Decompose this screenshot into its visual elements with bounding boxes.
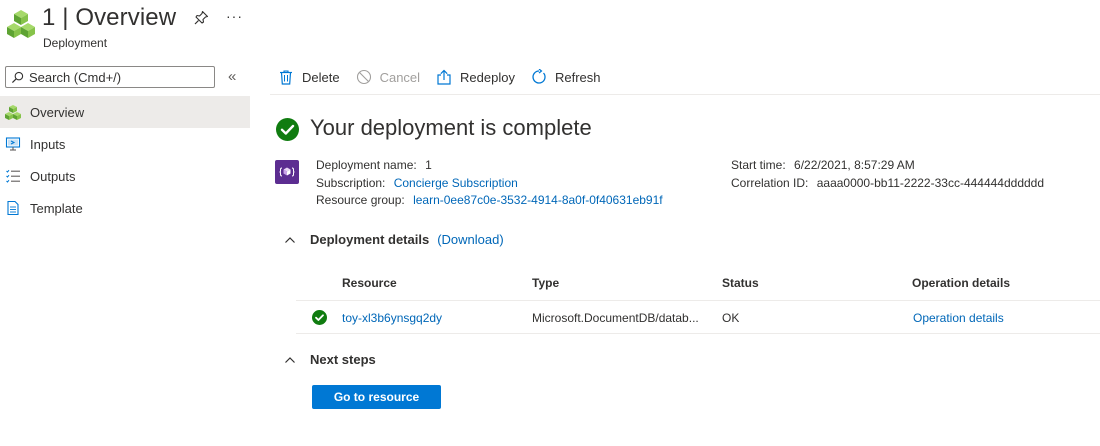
outputs-list-icon [5,168,21,184]
sidebar-item-outputs[interactable]: Outputs [0,160,250,192]
column-header-operation-details: Operation details [912,276,1011,290]
trash-icon [280,70,292,85]
search-icon [11,71,24,83]
chevron-up-icon [285,356,295,363]
correlation-id-value: aaaa0000-bb11-2222-33cc-444444dddddd [816,176,1045,190]
sidebar-item-label: Outputs [30,168,76,184]
correlation-id-label: Correlation ID: [731,176,809,190]
sidebar-item-label: Overview [30,104,85,120]
column-header-type: Type [532,276,560,290]
sidebar-item-inputs[interactable]: Inputs [0,128,250,160]
pin-icon[interactable] [193,10,209,26]
sidebar-item-label: Inputs [30,136,66,152]
deployment-details-table-header: Resource Type Status Operation details [296,266,1100,301]
next-steps-toggle[interactable]: Next steps [284,352,376,367]
sidebar-item-template[interactable]: Template [0,192,250,224]
inputs-icon [5,136,21,152]
deployment-status-title: Your deployment is complete [310,115,592,140]
refresh-icon [532,69,546,84]
resource-status: OK [722,310,740,325]
start-time-label: Start time: [731,158,786,172]
download-link[interactable]: (Download) [437,232,503,247]
delete-button[interactable]: Delete [278,69,340,85]
resource-group-row: Resource group: learn-0ee87c0e-3532-4914… [316,193,663,207]
search-input[interactable] [29,69,209,85]
sidebar-item-overview[interactable]: Overview [0,96,250,128]
cosmos-db-icon [275,160,299,184]
deployment-cubes-icon [6,8,36,42]
deployment-cubes-icon [5,104,21,120]
column-header-resource: Resource [342,276,397,290]
page-title: 1 | Overview [42,4,177,31]
collapse-sidebar-icon[interactable]: « [228,68,236,85]
deployment-name-label: Deployment name: [316,158,417,172]
subscription-link[interactable]: Concierge Subscription [394,176,518,190]
cancel-button[interactable]: Cancel [356,69,420,85]
chevron-up-icon [285,236,295,243]
next-steps-heading: Next steps [310,352,376,367]
start-time-value: 6/22/2021, 8:57:29 AM [794,158,915,172]
sidebar: Overview Inputs Outputs Template [0,96,250,224]
redeploy-button[interactable]: Redeploy [436,69,515,85]
column-header-status: Status [722,276,759,290]
table-row: toy-xl3b6ynsgq2dy Microsoft.DocumentDB/d… [296,302,1100,334]
refresh-label: Refresh [554,69,601,85]
resource-group-link[interactable]: learn-0ee87c0e-3532-4914-8a0f-0f40631eb9… [413,193,663,207]
page-subtitle: Deployment [43,36,108,50]
deployment-details-heading: Deployment details [310,232,430,247]
redeploy-label: Redeploy [460,69,515,85]
search-box[interactable] [5,66,215,88]
upload-icon [437,69,451,85]
sidebar-item-label: Template [30,200,83,216]
template-document-icon [5,200,21,216]
cancel-label: Cancel [379,69,421,85]
deployment-details-toggle[interactable]: Deployment details (Download) [284,232,504,247]
delete-label: Delete [302,69,340,85]
row-success-icon [312,302,327,333]
success-check-icon [276,118,299,141]
subscription-label: Subscription: [316,176,386,190]
resource-group-label: Resource group: [316,193,405,207]
correlation-id-row: Correlation ID: aaaa0000-bb11-2222-33cc-… [731,176,1044,190]
resource-link[interactable]: toy-xl3b6ynsgq2dy [342,311,442,325]
operation-details-link[interactable]: Operation details [913,311,1004,325]
command-bar: Delete Cancel Redeploy Refresh [270,60,1100,95]
resource-type: Microsoft.DocumentDB/datab... [532,310,699,325]
deployment-name-value: 1 [425,158,432,172]
cancel-icon [356,69,371,85]
deployment-name-row: Deployment name: 1 [316,158,432,172]
go-to-resource-button[interactable]: Go to resource [312,385,441,409]
refresh-button[interactable]: Refresh [531,69,601,85]
start-time-row: Start time: 6/22/2021, 8:57:29 AM [731,158,915,172]
more-options-icon[interactable]: ··· [226,8,243,24]
subscription-row: Subscription: Concierge Subscription [316,176,518,190]
